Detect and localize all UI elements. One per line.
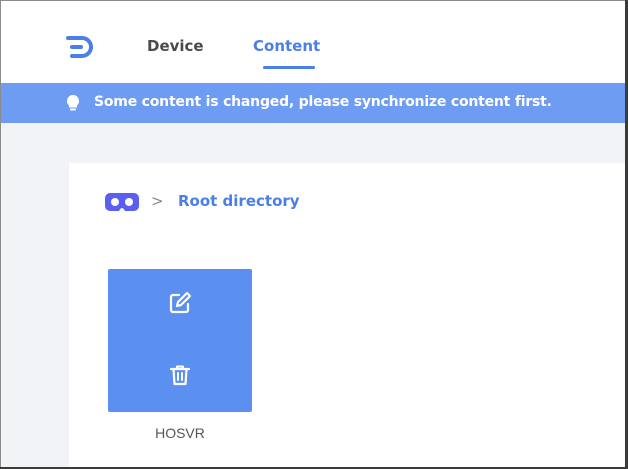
trash-icon[interactable] xyxy=(169,364,191,386)
lightbulb-icon xyxy=(66,94,80,111)
active-tab-indicator xyxy=(263,66,315,69)
edit-icon[interactable] xyxy=(168,291,192,315)
notice-text: Some content is changed, please synchron… xyxy=(94,94,552,110)
folder-card[interactable] xyxy=(108,269,252,412)
sync-notice-bar: Some content is changed, please synchron… xyxy=(1,83,627,123)
top-nav: Device Content xyxy=(1,1,627,83)
tab-content[interactable]: Content xyxy=(253,37,320,55)
breadcrumb-separator: > xyxy=(151,192,164,210)
app-window: Device Content Some content is changed, … xyxy=(0,0,628,469)
tab-device[interactable]: Device xyxy=(147,37,204,55)
vr-headset-icon xyxy=(105,193,139,211)
breadcrumb-root-link[interactable]: Root directory xyxy=(178,192,300,210)
content-area xyxy=(1,123,627,468)
folder-name: HOSVR xyxy=(155,425,205,441)
brand-logo-icon[interactable] xyxy=(63,29,97,63)
